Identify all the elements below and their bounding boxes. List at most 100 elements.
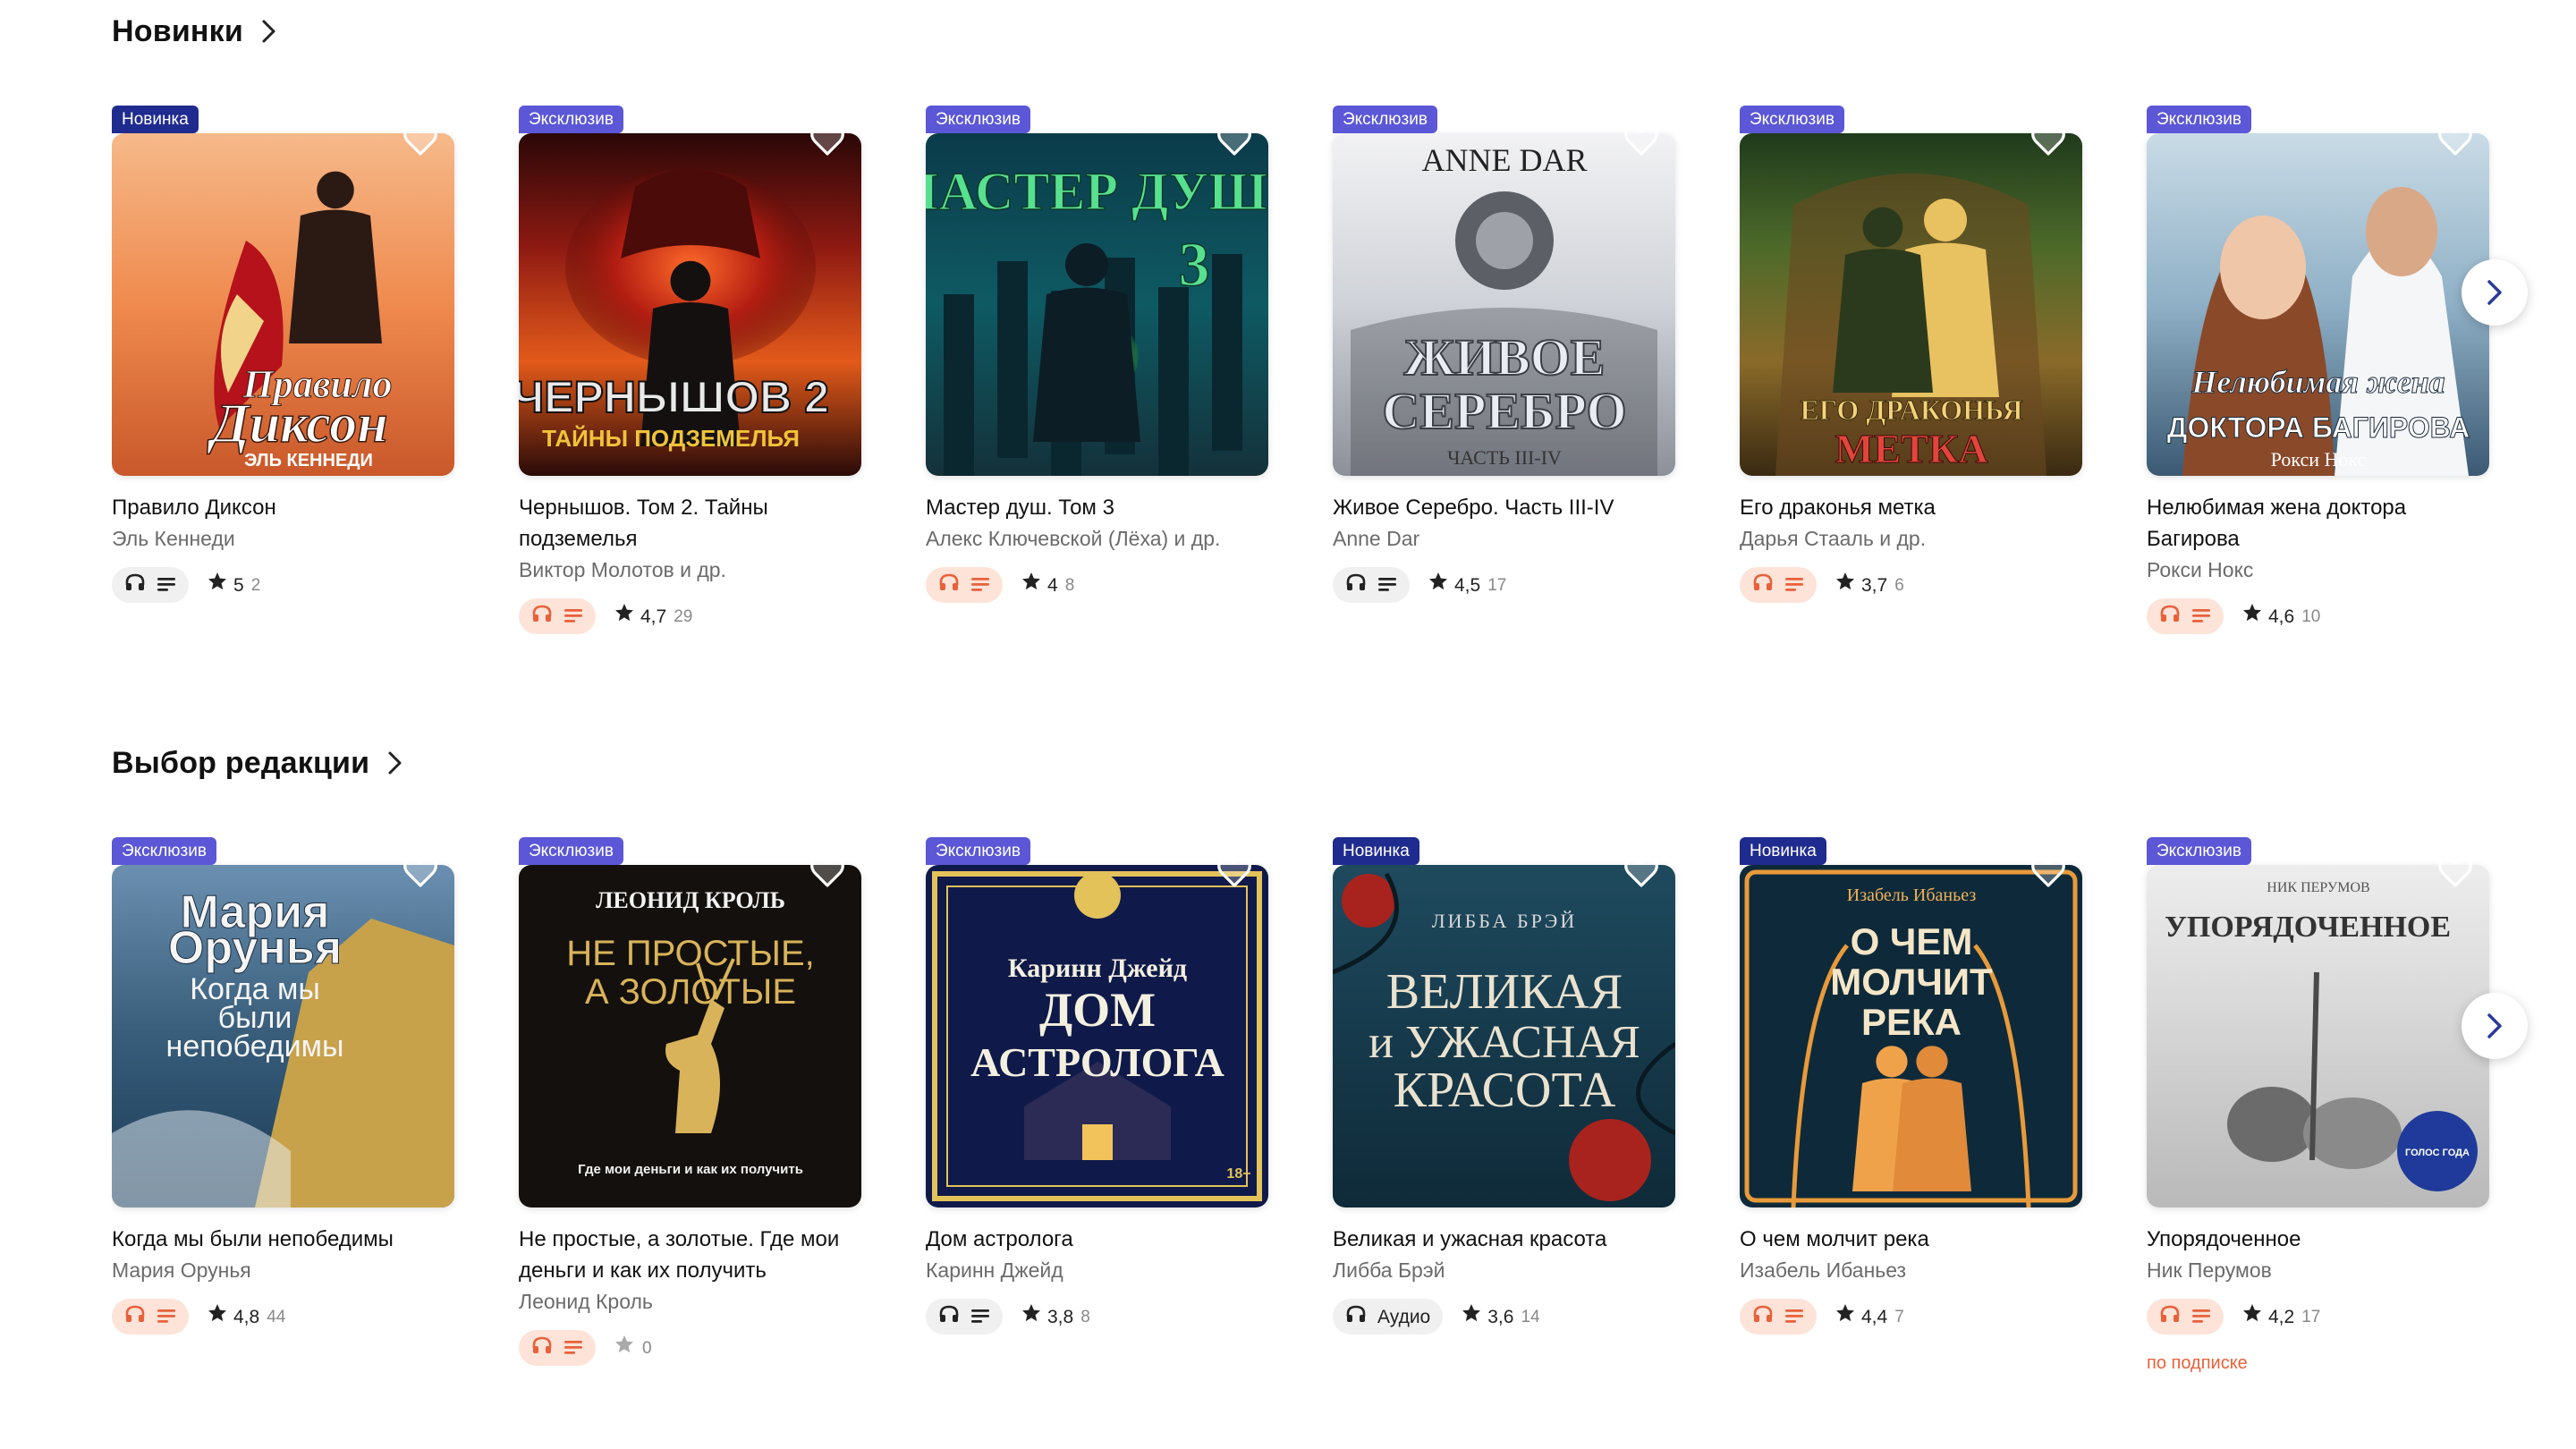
cover-text: ЖИВОЕ [1404, 328, 1606, 386]
headphones-icon [2159, 1301, 2181, 1333]
book-author[interactable]: Каринн Джейд [926, 1255, 1268, 1285]
book-cover[interactable]: ANNE DAR ЖИВОЕ СЕРЕБРО ЧАСТЬ III-IV [1333, 133, 1675, 476]
book-cover[interactable]: Правило Диксон ЭЛЬ КЕННЕДИ [112, 133, 454, 476]
book-title[interactable]: Правило Диксон [112, 492, 454, 523]
text-lines-icon [2191, 601, 2211, 632]
book-title[interactable]: Нелюбимая жена доктора Багирова [2147, 492, 2489, 555]
text-lines-icon [2191, 1301, 2211, 1333]
headphones-icon [938, 570, 960, 601]
book-card[interactable]: Эксклюзив ЛЕОНИД КРОЛЬ НЕ ПРОСТЫЕ, А ЗОЛОТЫ… [519, 837, 861, 1392]
cover-text: МАСТЕР ДУШ [926, 162, 1267, 221]
rating-count: 17 [2301, 1307, 2321, 1326]
book-cover[interactable]: ЧЕРНЫШОВ 2 ТАЙНЫ ПОДЗЕМЕЛЬЯ [519, 133, 861, 476]
book-badge: Эксклюзив [112, 837, 216, 865]
section-title: Выбор редакции [112, 745, 370, 780]
book-card[interactable]: Эксклюзив ANNE DAR ЖИВОЕ СЕРЕБРО ЧАСТЬ III-I… [1333, 106, 1675, 660]
cover-text: ЧАСТЬ III-IV [1447, 446, 1562, 469]
book-title[interactable]: Дом астролога [926, 1224, 1268, 1255]
book-card[interactable]: Эксклюзив МАСТЕР ДУШ 3 Мастер душ. Том 3 Але… [926, 106, 1268, 660]
carousel-next-button[interactable] [2462, 993, 2528, 1059]
book-card[interactable]: Новинка Правило Диксон ЭЛЬ КЕННЕДИ Правило Д… [112, 106, 454, 660]
format-badge [1740, 1299, 1817, 1335]
section-header-link[interactable]: Новинки [112, 9, 277, 54]
book-cover[interactable]: Мария Орунья Когда мы были непобедимы [112, 865, 454, 1208]
heart-icon[interactable] [2436, 120, 2475, 159]
book-cover[interactable]: ЛИББА БРЭЙ ВЕЛИКАЯ и УЖАСНАЯ КРАСОТА [1333, 865, 1675, 1208]
book-author[interactable]: Леонид Кроль [519, 1286, 861, 1317]
heart-icon[interactable] [2029, 120, 2068, 159]
book-cover[interactable]: Каринн Джейд ДОМ АСТРОЛОГА 18+ [926, 865, 1268, 1208]
heart-icon[interactable] [2029, 852, 2068, 891]
section-header-link[interactable]: Выбор редакции [112, 741, 403, 785]
heart-icon[interactable] [1215, 120, 1254, 159]
book-cover[interactable]: ЛЕОНИД КРОЛЬ НЕ ПРОСТЫЕ, А ЗОЛОТЫЕ Где мои … [519, 865, 861, 1208]
heart-icon[interactable] [808, 120, 847, 159]
book-author[interactable]: Ник Перумов [2147, 1255, 2489, 1285]
book-author[interactable]: Изабель Ибаньез [1740, 1255, 2082, 1285]
heart-icon[interactable] [1215, 852, 1254, 891]
headphones-icon [1345, 1301, 1367, 1333]
book-author[interactable]: Эль Кеннеди [112, 523, 454, 554]
book-badge: Новинка [1740, 837, 1826, 865]
book-badge: Эксклюзив [519, 106, 623, 133]
heart-icon[interactable] [401, 120, 440, 159]
heart-icon[interactable] [2436, 852, 2475, 891]
book-card[interactable]: Эксклюзив Нелюбимая жена ДОКТОРА БАГИРОВА Р… [2147, 106, 2489, 660]
book-cover[interactable]: Изабель Ибаньез О ЧЕМ МОЛЧИТ РЕКА [1740, 865, 2082, 1208]
book-card[interactable]: Новинка ЛИББА БРЭЙ ВЕЛИКАЯ и УЖАСНАЯ КРАСОТА… [1333, 837, 1675, 1392]
text-lines-icon [157, 570, 176, 601]
book-cover[interactable]: ЕГО ДРАКОНЬЯ МЕТКА [1740, 133, 2082, 476]
book-card[interactable]: Эксклюзив ЧЕРНЫШОВ 2 ТАЙНЫ ПОДЗЕМЕЛЬЯ Черны… [519, 106, 861, 660]
cover-text: Диксон [207, 394, 387, 454]
heart-icon[interactable] [1622, 120, 1661, 159]
heart-icon[interactable] [1622, 852, 1661, 891]
rating-value: 3,8 [1047, 1306, 1074, 1327]
cover-text: АСТРОЛОГА [970, 1039, 1224, 1085]
chevron-right-icon [387, 750, 403, 775]
book-author[interactable]: Мария Орунья [112, 1255, 454, 1285]
book-title[interactable]: Великая и ужасная красота [1333, 1224, 1675, 1255]
book-title[interactable]: О чем молчит река [1740, 1224, 2082, 1255]
heart-icon[interactable] [808, 852, 847, 891]
book-title[interactable]: Не простые, а золотые. Где мои деньги и … [519, 1224, 861, 1286]
book-cover[interactable]: МАСТЕР ДУШ 3 [926, 133, 1268, 476]
heart-icon[interactable] [401, 852, 440, 891]
cover-art: МарияОруньяКогда мыбылинепобедимы [112, 865, 454, 1208]
rating-value: 4,6 [2268, 606, 2295, 627]
format-badge [2147, 598, 2224, 634]
book-card[interactable]: Эксклюзив Каринн Джейд ДОМ АСТРОЛОГА 18+ Дом … [926, 837, 1268, 1392]
book-card[interactable]: Новинка Изабель Ибаньез О ЧЕМ МОЛЧИТ РЕКА О ч… [1740, 837, 2082, 1392]
format-badge [112, 567, 189, 603]
book-title[interactable]: Мастер душ. Том 3 [926, 492, 1268, 523]
book-title[interactable]: Чернышов. Том 2. Тайны подземелья [519, 492, 861, 555]
cover-art: ANNE DAR ЖИВОЕСЕРЕБРО ЧАСТЬ III-IV [1333, 133, 1675, 476]
book-author[interactable]: Рокси Нокс [2147, 555, 2489, 585]
cover-art: ЛИББА БРЭЙ ВЕЛИКАЯи УЖАСНАЯКРАСОТА [1333, 865, 1675, 1208]
headphones-icon [531, 1333, 553, 1364]
book-author[interactable]: Алекс Ключевской (Лёха) и др. [926, 523, 1268, 554]
rating-value: 4,7 [640, 606, 667, 627]
text-lines-icon [1377, 570, 1397, 601]
book-card[interactable]: Эксклюзив НИК ПЕРУМОВ УПОРЯДОЧЕННОЕ ГОЛОС Г… [2147, 837, 2489, 1392]
book-title[interactable]: Когда мы были непобедимы [112, 1224, 454, 1255]
book-cover[interactable]: Нелюбимая жена ДОКТОРА БАГИРОВА Рокси Нокс [2147, 133, 2489, 476]
book-title[interactable]: Живое Серебро. Часть III-IV [1333, 492, 1675, 523]
book-title[interactable]: Его драконья метка [1740, 492, 2082, 523]
book-author[interactable]: Anne Dar [1333, 523, 1675, 554]
cover-text: КРАСОТА [1394, 1063, 1616, 1118]
cover-text: ANNE DAR [1422, 142, 1588, 178]
rating: 4,6 10 [2241, 601, 2320, 632]
book-author[interactable]: Дарья Стааль и др. [1740, 523, 2082, 554]
book-title[interactable]: Упорядоченное [2147, 1224, 2489, 1255]
book-card[interactable]: Эксклюзив Мария Орунья Когда мы были непобеди… [112, 837, 454, 1392]
carousel-next-button[interactable] [2462, 259, 2528, 326]
book-card[interactable]: Эксклюзив ЕГО ДРАКОНЬЯ МЕТКА Его драконья м… [1740, 106, 2082, 660]
cover-text: Изабель Ибаньез [1847, 886, 1977, 905]
book-author[interactable]: Виктор Молотов и др. [519, 555, 861, 585]
text-lines-icon [970, 570, 990, 601]
format-badge [926, 567, 1003, 603]
headphones-icon [1345, 570, 1367, 601]
cover-text: ЭЛЬ КЕННЕДИ [244, 451, 373, 470]
book-author[interactable]: Либба Брэй [1333, 1255, 1675, 1285]
book-cover[interactable]: НИК ПЕРУМОВ УПОРЯДОЧЕННОЕ ГОЛОС ГОДА [2147, 865, 2489, 1208]
